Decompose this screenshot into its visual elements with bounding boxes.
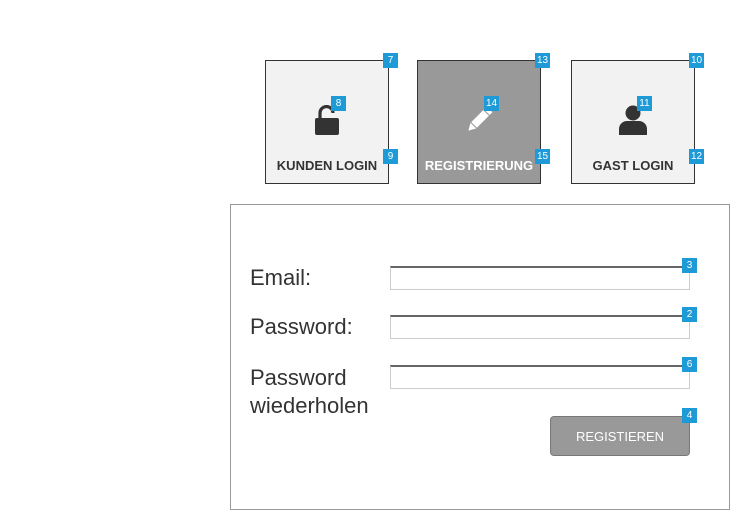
annotation-badge: 11 [637, 96, 652, 111]
tile-kunden-login[interactable]: KUNDEN LOGIN [265, 60, 389, 184]
annotation-badge: 7 [383, 53, 398, 68]
annotation-badge: 10 [689, 53, 704, 68]
annotation-badge: 9 [383, 149, 398, 164]
registration-panel [230, 204, 730, 510]
password-field[interactable] [390, 315, 690, 339]
password-repeat-label-line2: wiederholen [250, 393, 369, 418]
tile-label: GAST LOGIN [592, 158, 674, 173]
password-repeat-field[interactable] [390, 365, 690, 389]
password-label: Password: [250, 314, 353, 339]
annotation-badge: 8 [331, 96, 346, 111]
annotation-badge: 6 [682, 357, 697, 372]
email-field[interactable] [390, 266, 690, 290]
annotation-badge: 14 [484, 96, 499, 111]
tile-gast-login[interactable]: GAST LOGIN [571, 60, 695, 184]
annotation-badge: 4 [682, 408, 697, 423]
password-repeat-label-line1: Password [250, 365, 347, 390]
annotation-badge: 15 [535, 149, 550, 164]
password-repeat-label: Password wiederholen [250, 364, 369, 420]
register-button[interactable]: REGISTIEREN [550, 416, 690, 456]
annotation-badge: 13 [535, 53, 550, 68]
tile-registrierung[interactable]: REGISTRIERUNG [417, 60, 541, 184]
annotation-badge: 2 [682, 307, 697, 322]
annotation-badge: 12 [689, 149, 704, 164]
annotation-badge: 3 [682, 258, 697, 273]
email-label: Email: [250, 265, 312, 290]
tile-label: KUNDEN LOGIN [276, 158, 378, 173]
tile-label: REGISTRIERUNG [424, 158, 534, 173]
